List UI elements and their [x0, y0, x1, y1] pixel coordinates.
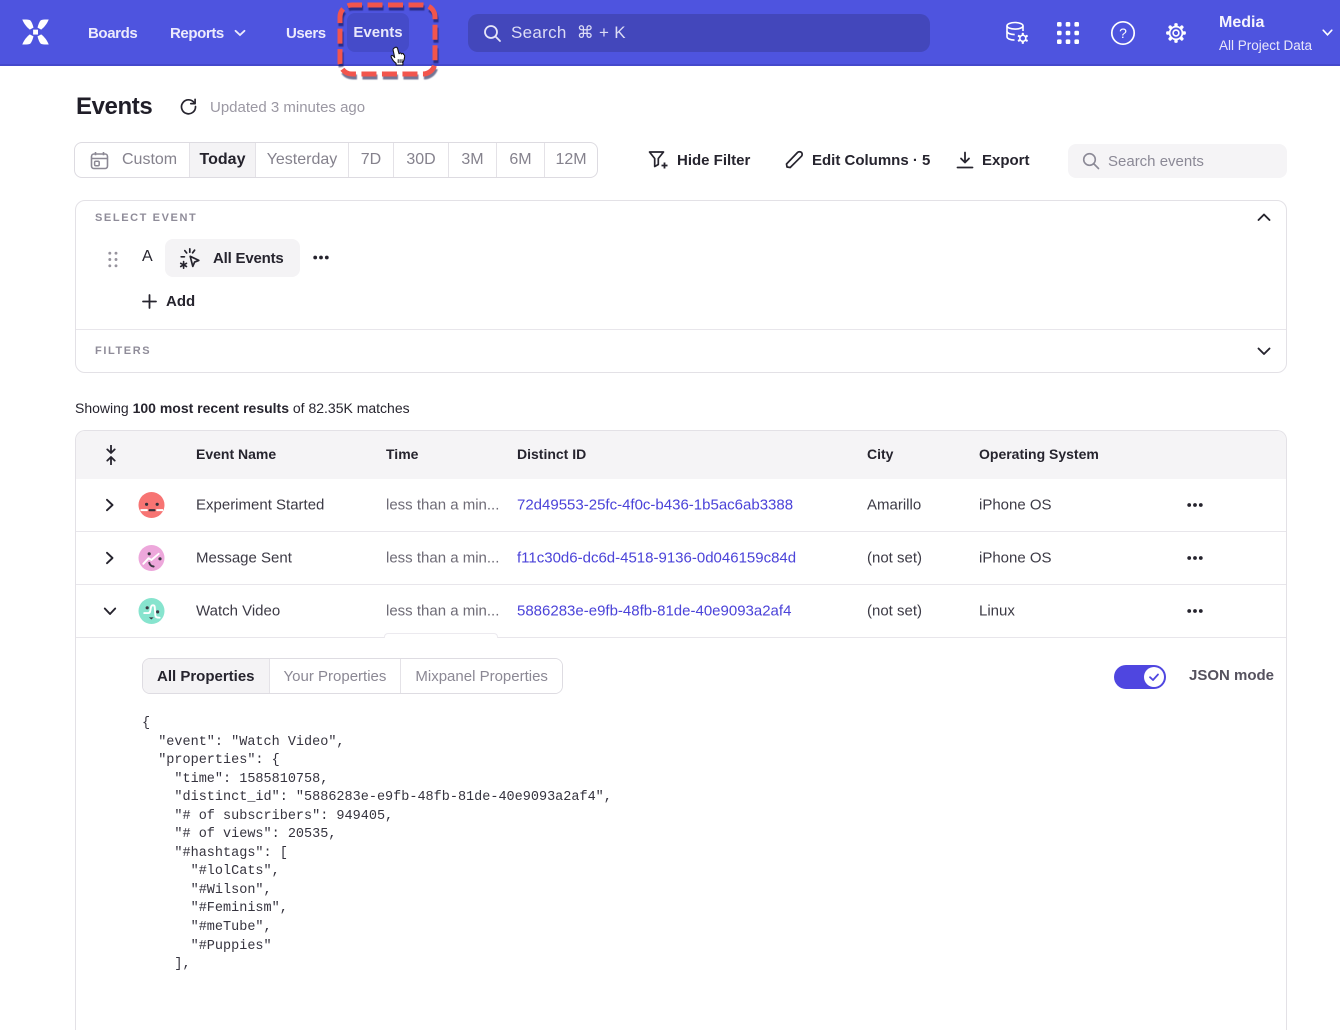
svg-text:?: ?: [1119, 25, 1127, 41]
